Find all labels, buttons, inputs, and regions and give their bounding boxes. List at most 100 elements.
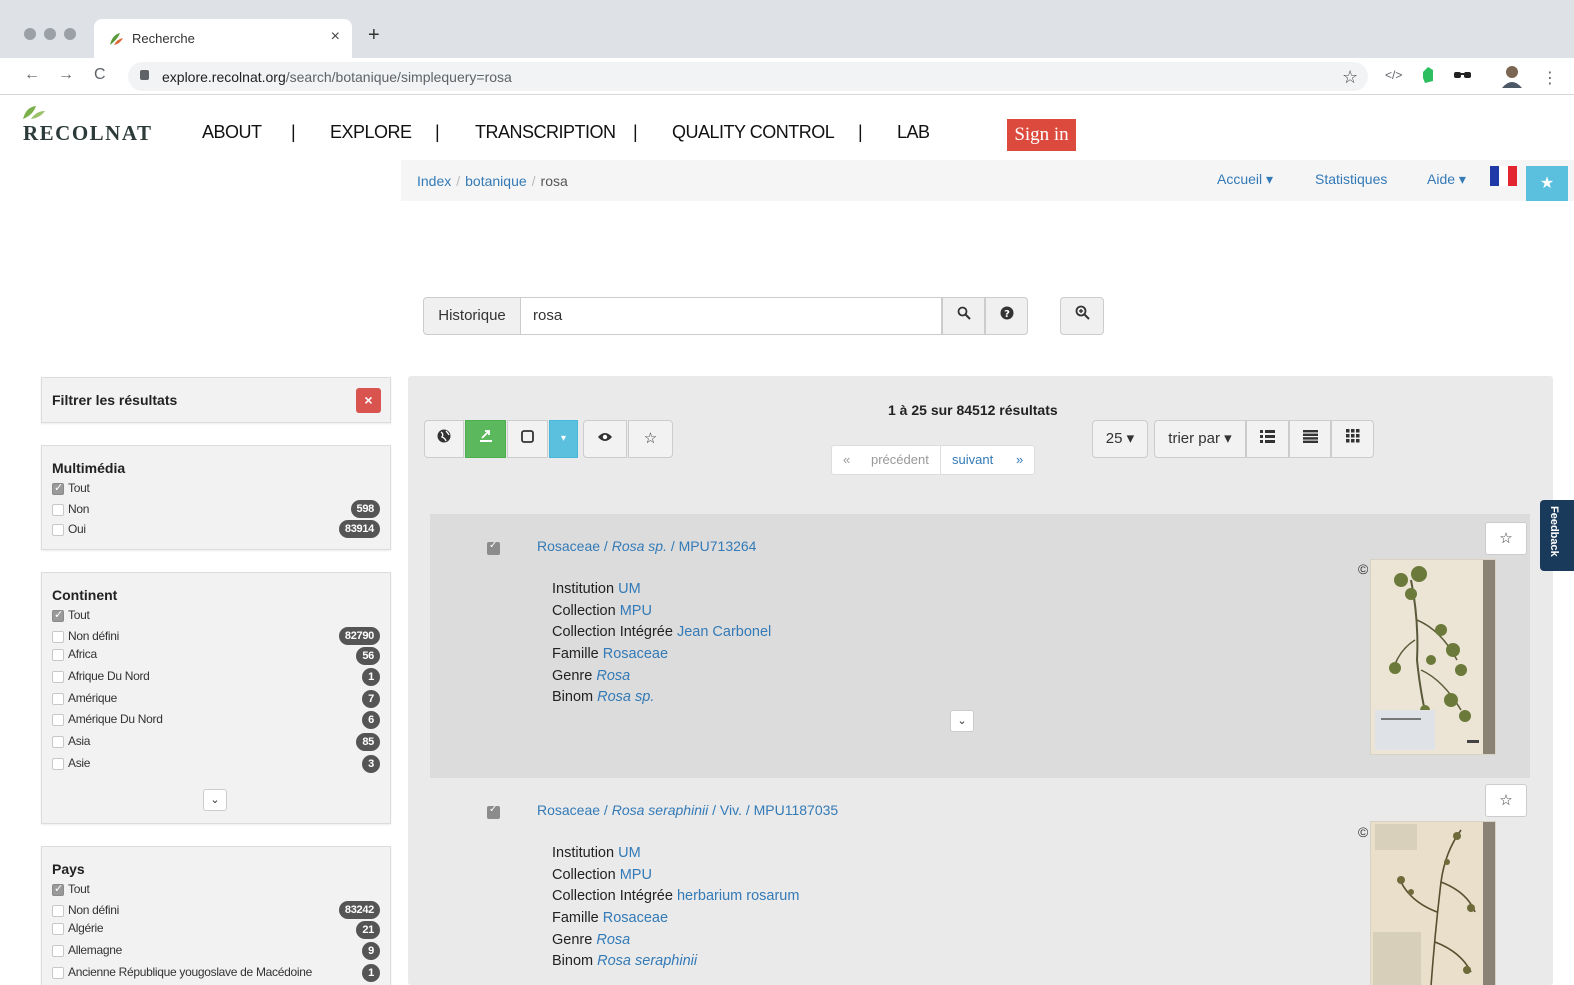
tab-close-icon[interactable]: ×: [331, 28, 340, 46]
statistiques-link[interactable]: Statistiques: [1315, 171, 1387, 187]
aide-dropdown[interactable]: Aide ▾: [1427, 171, 1466, 188]
checkbox[interactable]: [52, 524, 64, 536]
browser-tab[interactable]: Recherche ×: [94, 19, 352, 58]
select-all-button[interactable]: [507, 420, 548, 458]
specimen-thumbnail[interactable]: [1370, 559, 1496, 755]
pager-last[interactable]: »: [1016, 452, 1023, 467]
pager-first[interactable]: «: [843, 452, 850, 467]
expand-record-button[interactable]: ⌄: [950, 710, 974, 732]
checkbox[interactable]: [52, 882, 64, 896]
checkbox[interactable]: [52, 608, 64, 622]
nav-transcription[interactable]: TRANSCRIPTION: [475, 122, 616, 143]
binomial-link[interactable]: Rosa sp.: [597, 689, 654, 705]
family-link[interactable]: Rosaceae: [603, 910, 668, 926]
collection-link[interactable]: MPU: [620, 867, 652, 883]
preview-button[interactable]: [583, 420, 627, 458]
genus-link[interactable]: Rosa: [596, 932, 630, 948]
glasses-extension-icon[interactable]: [1454, 70, 1472, 80]
facet-item[interactable]: Allemagne 9: [52, 942, 380, 962]
specimen-thumbnail[interactable]: [1370, 821, 1496, 985]
close-filters-button[interactable]: ×: [356, 388, 381, 413]
facet-item[interactable]: Non défini 83242: [52, 901, 380, 922]
checkbox[interactable]: [52, 967, 64, 979]
facet-item[interactable]: Asia 85: [52, 733, 380, 753]
record-favorite-button[interactable]: ☆: [1485, 522, 1527, 555]
integrated-collection-link[interactable]: herbarium rosarum: [677, 888, 800, 904]
integrated-collection-link[interactable]: Jean Carbonel: [677, 624, 771, 640]
facet-item[interactable]: Non 598: [52, 500, 380, 521]
facet-item[interactable]: Amérique Du Nord 6: [52, 711, 380, 731]
new-tab-button[interactable]: +: [368, 25, 380, 45]
nav-quality-control[interactable]: QUALITY CONTROL: [672, 122, 835, 143]
result-checkbox[interactable]: [487, 804, 500, 819]
facet-item[interactable]: Africa 56: [52, 646, 380, 666]
search-input[interactable]: rosa: [521, 297, 942, 335]
select-dropdown-toggle[interactable]: ▾: [549, 420, 578, 458]
feedback-tab[interactable]: Feedback: [1540, 500, 1574, 571]
checkbox[interactable]: [52, 671, 64, 683]
result-checkbox[interactable]: [487, 540, 500, 555]
sort-dropdown[interactable]: trier par ▾: [1154, 420, 1246, 458]
checkbox[interactable]: [52, 758, 64, 770]
nav-about[interactable]: ABOUT: [202, 122, 262, 143]
window-minimize-dot[interactable]: [44, 28, 56, 40]
binomial-link[interactable]: Rosa seraphinii: [597, 953, 697, 969]
checkbox[interactable]: [52, 736, 64, 748]
advanced-search-button[interactable]: [1060, 297, 1104, 335]
export-button[interactable]: [465, 420, 506, 458]
collection-link[interactable]: MPU: [620, 603, 652, 619]
result-title-link[interactable]: Rosaceae / Rosa seraphinii / Viv. / MPU1…: [537, 802, 838, 818]
facet-item[interactable]: Amérique 7: [52, 690, 380, 710]
institution-link[interactable]: UM: [618, 845, 641, 861]
facet-item[interactable]: Oui 83914: [52, 520, 380, 541]
map-view-button[interactable]: [424, 420, 464, 458]
checkbox[interactable]: [52, 504, 64, 516]
genus-link[interactable]: Rosa: [596, 668, 630, 684]
facet-item[interactable]: Algérie 21: [52, 920, 380, 940]
breadcrumb-index[interactable]: Index: [417, 173, 451, 189]
page-size-dropdown[interactable]: 25 ▾: [1092, 420, 1148, 458]
search-button[interactable]: [942, 297, 985, 335]
facet-item[interactable]: Tout: [52, 881, 380, 901]
favorites-button[interactable]: ☆: [628, 420, 673, 458]
checkbox[interactable]: [52, 693, 64, 705]
facet-item[interactable]: Ancienne République yougoslave de Macédo…: [52, 964, 380, 984]
checkbox[interactable]: [52, 481, 64, 495]
window-close-dot[interactable]: [24, 28, 36, 40]
family-link[interactable]: Rosaceae: [603, 646, 668, 662]
back-icon[interactable]: ←: [24, 66, 40, 84]
nav-lab[interactable]: LAB: [897, 122, 930, 143]
result-title-link[interactable]: Rosaceae / Rosa sp. / MPU713264: [537, 538, 756, 554]
bookmark-star-icon[interactable]: ☆: [1342, 67, 1358, 88]
record-favorite-button[interactable]: ☆: [1485, 784, 1527, 817]
french-flag-icon[interactable]: [1490, 166, 1517, 186]
search-help-button[interactable]: ?: [985, 297, 1028, 335]
pager-next[interactable]: suivant: [952, 452, 993, 467]
sign-in-button[interactable]: Sign in: [1007, 119, 1076, 151]
checkbox[interactable]: [52, 945, 64, 957]
window-zoom-dot[interactable]: [64, 28, 76, 40]
checkbox[interactable]: [52, 714, 64, 726]
historique-button[interactable]: Historique: [423, 297, 521, 335]
breadcrumb-botanique[interactable]: botanique: [465, 173, 527, 189]
compact-view-button[interactable]: [1289, 420, 1331, 458]
pager-previous[interactable]: précédent: [871, 452, 929, 467]
facet-item[interactable]: Afrique Du Nord 1: [52, 668, 380, 688]
show-more-button[interactable]: ⌄: [203, 789, 227, 811]
nav-explore[interactable]: EXPLORE: [330, 122, 412, 143]
evernote-extension-icon[interactable]: [1420, 66, 1436, 84]
checkbox[interactable]: [52, 905, 64, 917]
checkbox[interactable]: [52, 649, 64, 661]
favorites-star-button[interactable]: ★: [1526, 166, 1568, 201]
accueil-dropdown[interactable]: Accueil ▾: [1217, 171, 1273, 188]
list-view-button[interactable]: [1246, 420, 1289, 458]
address-bar[interactable]: explore.recolnat.org/search/botanique/si…: [128, 62, 1368, 91]
facet-item[interactable]: Asie 3: [52, 755, 380, 775]
checkbox[interactable]: [52, 631, 64, 643]
facet-item[interactable]: Non défini 82790: [52, 627, 380, 648]
code-extension-icon[interactable]: </>: [1385, 68, 1402, 82]
grid-view-button[interactable]: [1331, 420, 1374, 458]
institution-link[interactable]: UM: [618, 581, 641, 597]
profile-avatar-icon[interactable]: [1500, 64, 1524, 88]
browser-menu-icon[interactable]: ⋮: [1542, 68, 1558, 88]
